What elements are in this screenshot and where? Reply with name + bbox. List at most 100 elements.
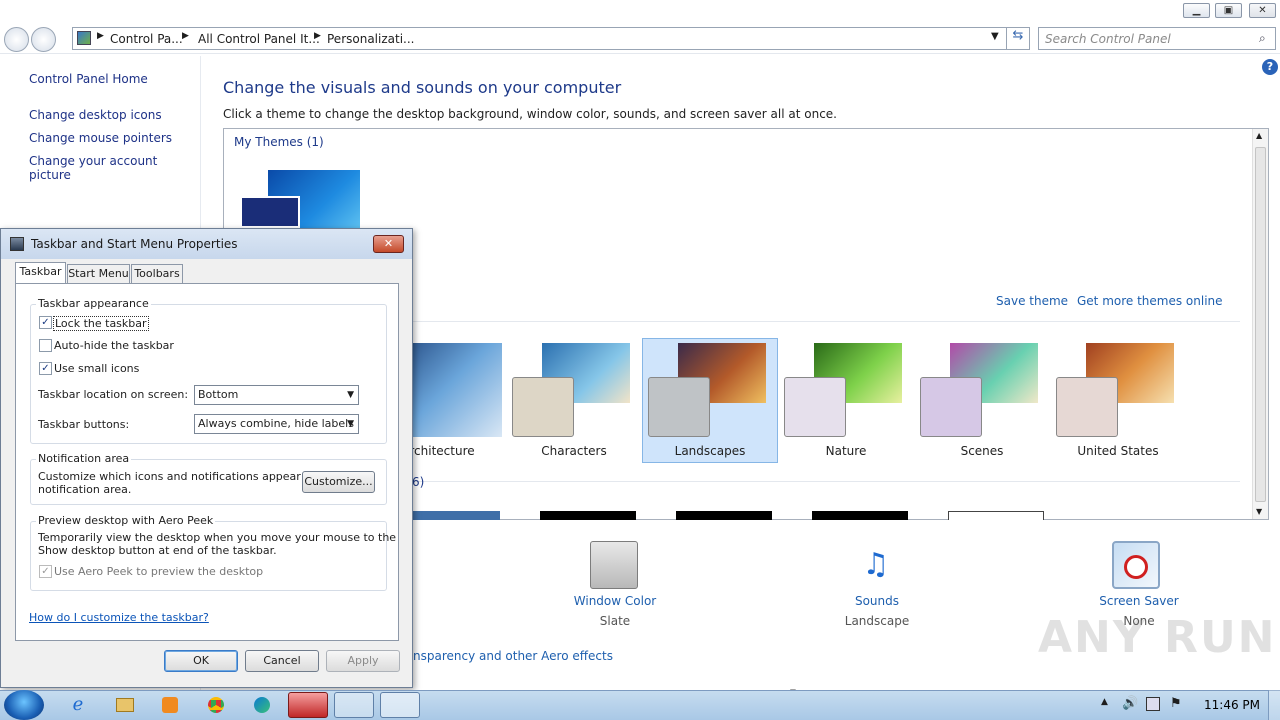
basic-theme-preview[interactable] xyxy=(948,511,1044,520)
theme-label-united-states: United States xyxy=(1077,444,1159,458)
lock-taskbar-checkbox[interactable]: ✓ xyxy=(39,316,52,329)
theme-nature[interactable] xyxy=(784,343,902,437)
tab-taskbar[interactable]: Taskbar xyxy=(15,262,66,284)
minimize-button[interactable]: ▁ xyxy=(1183,3,1210,18)
window-color-value: Slate xyxy=(599,614,631,628)
breadcrumb-arrow-icon[interactable]: ▶ xyxy=(314,31,321,41)
chevron-down-icon: ▼ xyxy=(347,390,354,400)
aero-peek-checkbox[interactable]: ✓ xyxy=(39,565,52,578)
basic-theme-preview[interactable] xyxy=(812,511,908,520)
theme-list-scrollbar[interactable]: ▲ ▼ xyxy=(1252,129,1268,519)
theme-color-swatch xyxy=(512,377,574,437)
change-desktop-icons-link[interactable]: Change desktop icons xyxy=(29,108,162,122)
basic-theme-preview[interactable] xyxy=(676,511,772,520)
customize-button[interactable]: Customize... xyxy=(302,471,375,493)
taskbar-location-label: Taskbar location on screen: xyxy=(38,388,189,401)
ok-button[interactable]: OK xyxy=(164,650,238,672)
chevron-down-icon: ▼ xyxy=(347,419,354,429)
breadcrumb-all-items[interactable]: All Control Panel It... xyxy=(198,32,320,46)
change-account-picture-link[interactable]: Change your account picture xyxy=(29,154,200,182)
show-hidden-icons[interactable]: ▲ xyxy=(1101,697,1108,707)
windows-taskbar xyxy=(0,690,1280,720)
window-color-icon[interactable] xyxy=(590,541,638,589)
navigation-bar: ▶ Control Pa... ▶ All Control Panel It..… xyxy=(0,24,1280,54)
help-icon[interactable]: ? xyxy=(1262,59,1278,75)
theme-color-swatch xyxy=(784,377,846,437)
page-title: Change the visuals and sounds on your co… xyxy=(223,78,622,97)
search-input[interactable]: Search Control Panel ⌕ xyxy=(1038,27,1276,50)
internet-explorer-icon[interactable]: ℯ xyxy=(58,692,98,718)
theme-united-states[interactable] xyxy=(1056,343,1174,437)
refresh-icon[interactable]: ⇆ xyxy=(1006,27,1030,50)
sounds-icon[interactable]: ♫ xyxy=(850,541,902,589)
control-panel-icon xyxy=(77,31,91,45)
lock-taskbar-label[interactable]: Lock the taskbar xyxy=(53,316,149,331)
scroll-down-icon[interactable]: ▼ xyxy=(1256,507,1262,516)
file-explorer-icon[interactable] xyxy=(104,692,144,718)
breadcrumb-arrow-icon[interactable]: ▶ xyxy=(182,31,189,41)
close-button[interactable]: ✕ xyxy=(1249,3,1276,18)
network-icon[interactable] xyxy=(1146,697,1160,711)
small-icons-label: Use small icons xyxy=(54,362,140,375)
maximize-button[interactable]: ▣ xyxy=(1215,3,1242,18)
start-button[interactable] xyxy=(4,690,44,720)
minimize-icon: ▁ xyxy=(1192,5,1201,16)
clock[interactable]: 11:46 PM xyxy=(1204,698,1260,712)
search-icon[interactable]: ⌕ xyxy=(1259,31,1266,46)
window-color-link[interactable]: Window Color xyxy=(560,594,670,608)
cancel-button[interactable]: Cancel xyxy=(245,650,319,672)
dialog-close-button[interactable]: ✕ xyxy=(373,235,404,253)
save-theme-link[interactable]: Save theme xyxy=(996,294,1068,308)
theme-landscapes[interactable] xyxy=(648,343,766,437)
scrollbar-thumb[interactable] xyxy=(1255,147,1266,502)
theme-color-swatch xyxy=(648,377,710,437)
breadcrumb-personalization[interactable]: Personalizati... xyxy=(327,32,414,46)
taskbar-buttons-value: Always combine, hide labels xyxy=(198,417,354,430)
anyrun-app-icon[interactable] xyxy=(288,692,328,718)
action-center-flag-icon[interactable]: ⚑ xyxy=(1170,696,1182,711)
auto-hide-label[interactable]: Auto-hide the taskbar xyxy=(54,339,174,352)
notification-area-title: Notification area xyxy=(36,452,132,465)
tab-start-menu[interactable]: Start Menu xyxy=(67,264,130,284)
theme-label-scenes: Scenes xyxy=(960,444,1004,458)
edge-icon[interactable] xyxy=(242,692,282,718)
breadcrumb-arrow-icon: ▶ xyxy=(97,31,104,41)
taskbar-properties-taskbar-icon[interactable] xyxy=(380,692,420,718)
taskbar-location-select[interactable]: Bottom ▼ xyxy=(194,385,359,405)
basic-theme-preview[interactable] xyxy=(540,511,636,520)
scroll-up-icon[interactable]: ▲ xyxy=(1256,131,1262,140)
auto-hide-checkbox[interactable] xyxy=(39,339,52,352)
apply-button[interactable]: Apply xyxy=(326,650,400,672)
small-icons-checkbox[interactable]: ✓ xyxy=(39,362,52,375)
chrome-icon[interactable] xyxy=(196,692,236,718)
dialog-title: Taskbar and Start Menu Properties xyxy=(31,237,238,251)
theme-label-characters: Characters xyxy=(541,444,607,458)
basic-theme-preview[interactable] xyxy=(404,511,500,520)
aero-effects-link[interactable]: nsparency and other Aero effects xyxy=(413,649,613,663)
change-mouse-pointers-link[interactable]: Change mouse pointers xyxy=(29,131,172,145)
screen-saver-icon[interactable] xyxy=(1112,541,1160,589)
media-player-icon[interactable] xyxy=(150,692,190,718)
forward-button[interactable] xyxy=(31,27,56,52)
sounds-link[interactable]: Sounds xyxy=(822,594,932,608)
control-panel-home-link[interactable]: Control Panel Home xyxy=(29,72,148,86)
aero-peek-label: Use Aero Peek to preview the desktop xyxy=(54,565,264,578)
theme-label-nature: Nature xyxy=(825,444,867,458)
control-panel-taskbar-icon[interactable] xyxy=(334,692,374,718)
address-dropdown-icon[interactable]: ▼ xyxy=(991,31,999,42)
taskbar-properties-icon xyxy=(10,237,24,251)
tab-toolbars[interactable]: Toolbars xyxy=(131,264,183,284)
breadcrumb-control-panel[interactable]: Control Pa... xyxy=(110,32,183,46)
my-theme-thumbnail[interactable] xyxy=(240,170,360,228)
theme-scenes[interactable] xyxy=(920,343,1038,437)
screen-saver-link[interactable]: Screen Saver xyxy=(1084,594,1194,608)
volume-icon[interactable]: 🔊 xyxy=(1122,696,1138,711)
aero-peek-title: Preview desktop with Aero Peek xyxy=(36,514,216,527)
taskbar-buttons-select[interactable]: Always combine, hide labels ▼ xyxy=(194,414,359,434)
address-bar[interactable]: ▶ Control Pa... ▶ All Control Panel It..… xyxy=(72,27,1030,50)
back-button[interactable] xyxy=(4,27,29,52)
customize-help-link[interactable]: How do I customize the taskbar? xyxy=(29,611,209,624)
show-desktop-button[interactable] xyxy=(1268,690,1280,720)
get-more-themes-link[interactable]: Get more themes online xyxy=(1077,294,1223,308)
theme-characters[interactable] xyxy=(512,343,630,437)
